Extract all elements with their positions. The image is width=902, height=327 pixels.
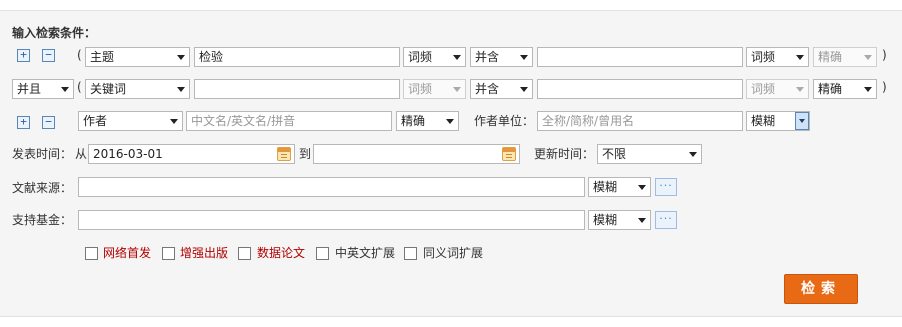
author-unit-input[interactable]: 全称/简称/曾用名 (537, 111, 743, 131)
match-select-1-value: 精确 (818, 50, 843, 64)
freq2-select-2-value: 词频 (751, 82, 776, 96)
chevron-down-icon (638, 185, 646, 190)
panel-title: 输入检索条件： (12, 26, 97, 40)
source-label: 文献来源： (12, 181, 73, 195)
field-select-1[interactable]: 主题 (85, 47, 190, 67)
chevron-down-icon (638, 218, 646, 223)
date-from-input[interactable]: 2016-03-01 (88, 144, 295, 164)
freq2-select-2[interactable]: 词频 (746, 79, 809, 99)
chevron-down-icon (689, 152, 697, 157)
checkbox-data-paper[interactable] (238, 247, 251, 260)
fund-input[interactable] (78, 210, 585, 230)
chevron-down-icon (177, 55, 185, 60)
author-match-select-value: 精确 (401, 114, 426, 128)
paren-close: ) (882, 80, 887, 94)
author-unit-label: 作者单位： (474, 114, 535, 128)
freq2-select-1[interactable]: 词频 (746, 47, 809, 67)
term2-input-1[interactable] (537, 47, 743, 67)
author-input[interactable]: 中文名/英文名/拼音 (186, 111, 392, 131)
date-from-label: 从 (75, 147, 88, 161)
term-input-2[interactable] (194, 79, 400, 99)
more-options-icon[interactable]: ··· (655, 178, 677, 196)
freq-select-2[interactable]: 词频 (403, 79, 466, 99)
option-enhanced[interactable]: 增强出版 (180, 243, 228, 263)
search-panel: 输入检索条件： + − ( 主题 检验 词频 并含 词频 精确 ) 并且 ( 关… (0, 10, 902, 317)
source-match-select[interactable]: 模糊 (588, 177, 651, 197)
fund-label: 支持基金： (12, 213, 73, 227)
match-select-2-value: 精确 (818, 82, 843, 96)
dropdown-arrow-icon[interactable] (795, 112, 809, 130)
match-select-2[interactable]: 精确 (813, 79, 877, 99)
update-time-select-value: 不限 (602, 147, 627, 161)
checkbox-online-first[interactable] (85, 247, 98, 260)
unit-match-select-value: 模糊 (751, 114, 776, 128)
checkbox-cn-en-expand[interactable] (316, 247, 329, 260)
date-to-label: 到 (299, 147, 312, 161)
remove-row-icon[interactable]: − (42, 49, 55, 62)
freq-select-1-value: 词频 (408, 50, 433, 64)
field-select-1-value: 主题 (90, 50, 115, 64)
publish-date-label: 发表时间： (12, 147, 73, 161)
outer-logic-select-value: 并且 (17, 82, 42, 96)
term-input-1[interactable]: 检验 (194, 47, 400, 67)
field-select-2[interactable]: 关键词 (85, 79, 190, 99)
logic-select-1[interactable]: 并含 (470, 47, 533, 67)
checkbox-synonym-expand[interactable] (404, 247, 417, 260)
remove-author-icon[interactable]: − (42, 116, 55, 129)
chevron-down-icon (520, 55, 528, 60)
search-button[interactable]: 检索 (784, 274, 858, 304)
source-match-select-value: 模糊 (593, 180, 618, 194)
chevron-down-icon (61, 87, 69, 92)
chevron-down-icon (796, 87, 804, 92)
option-online-first[interactable]: 网络首发 (103, 243, 151, 263)
option-cn-en-expand[interactable]: 中英文扩展 (335, 243, 395, 263)
term2-input-2[interactable] (537, 79, 743, 99)
field-select-2-value: 关键词 (90, 82, 127, 96)
match-select-1[interactable]: 精确 (813, 47, 877, 67)
date-to-input[interactable] (313, 144, 520, 164)
fund-match-select-value: 模糊 (593, 213, 618, 227)
logic-select-2-value: 并含 (475, 82, 500, 96)
source-input[interactable] (78, 177, 585, 197)
author-field-select[interactable]: 作者 (78, 111, 183, 131)
add-author-icon[interactable]: + (17, 116, 30, 129)
chevron-down-icon (446, 119, 454, 124)
calendar-icon[interactable] (277, 147, 291, 161)
paren-open: ( (77, 48, 82, 62)
chevron-down-icon (864, 55, 872, 60)
option-data-paper[interactable]: 数据论文 (257, 243, 305, 263)
chevron-down-icon (864, 87, 872, 92)
calendar-icon[interactable] (502, 147, 516, 161)
logic-select-1-value: 并含 (475, 50, 500, 64)
paren-open: ( (77, 80, 82, 94)
chevron-down-icon (177, 87, 185, 92)
author-input-placeholder: 中文名/英文名/拼音 (191, 114, 296, 128)
freq-select-2-value: 词频 (408, 82, 433, 96)
outer-logic-select[interactable]: 并且 (12, 79, 74, 99)
chevron-down-icon (520, 87, 528, 92)
option-synonym-expand[interactable]: 同义词扩展 (423, 243, 483, 263)
update-time-select[interactable]: 不限 (597, 144, 702, 164)
author-match-select[interactable]: 精确 (396, 111, 459, 131)
paren-close: ) (882, 48, 887, 62)
freq2-select-1-value: 词频 (751, 50, 776, 64)
more-options-icon[interactable]: ··· (655, 211, 677, 229)
logic-select-2[interactable]: 并含 (470, 79, 533, 99)
freq-select-1[interactable]: 词频 (403, 47, 466, 67)
fund-match-select[interactable]: 模糊 (588, 210, 651, 230)
chevron-down-icon (796, 55, 804, 60)
chevron-down-icon (453, 55, 461, 60)
author-unit-placeholder: 全称/简称/曾用名 (542, 114, 635, 128)
checkbox-enhanced[interactable] (162, 247, 175, 260)
update-time-label: 更新时间： (534, 147, 595, 161)
add-row-icon[interactable]: + (17, 49, 30, 62)
chevron-down-icon (170, 119, 178, 124)
chevron-down-icon (453, 87, 461, 92)
author-field-select-value: 作者 (83, 114, 108, 128)
